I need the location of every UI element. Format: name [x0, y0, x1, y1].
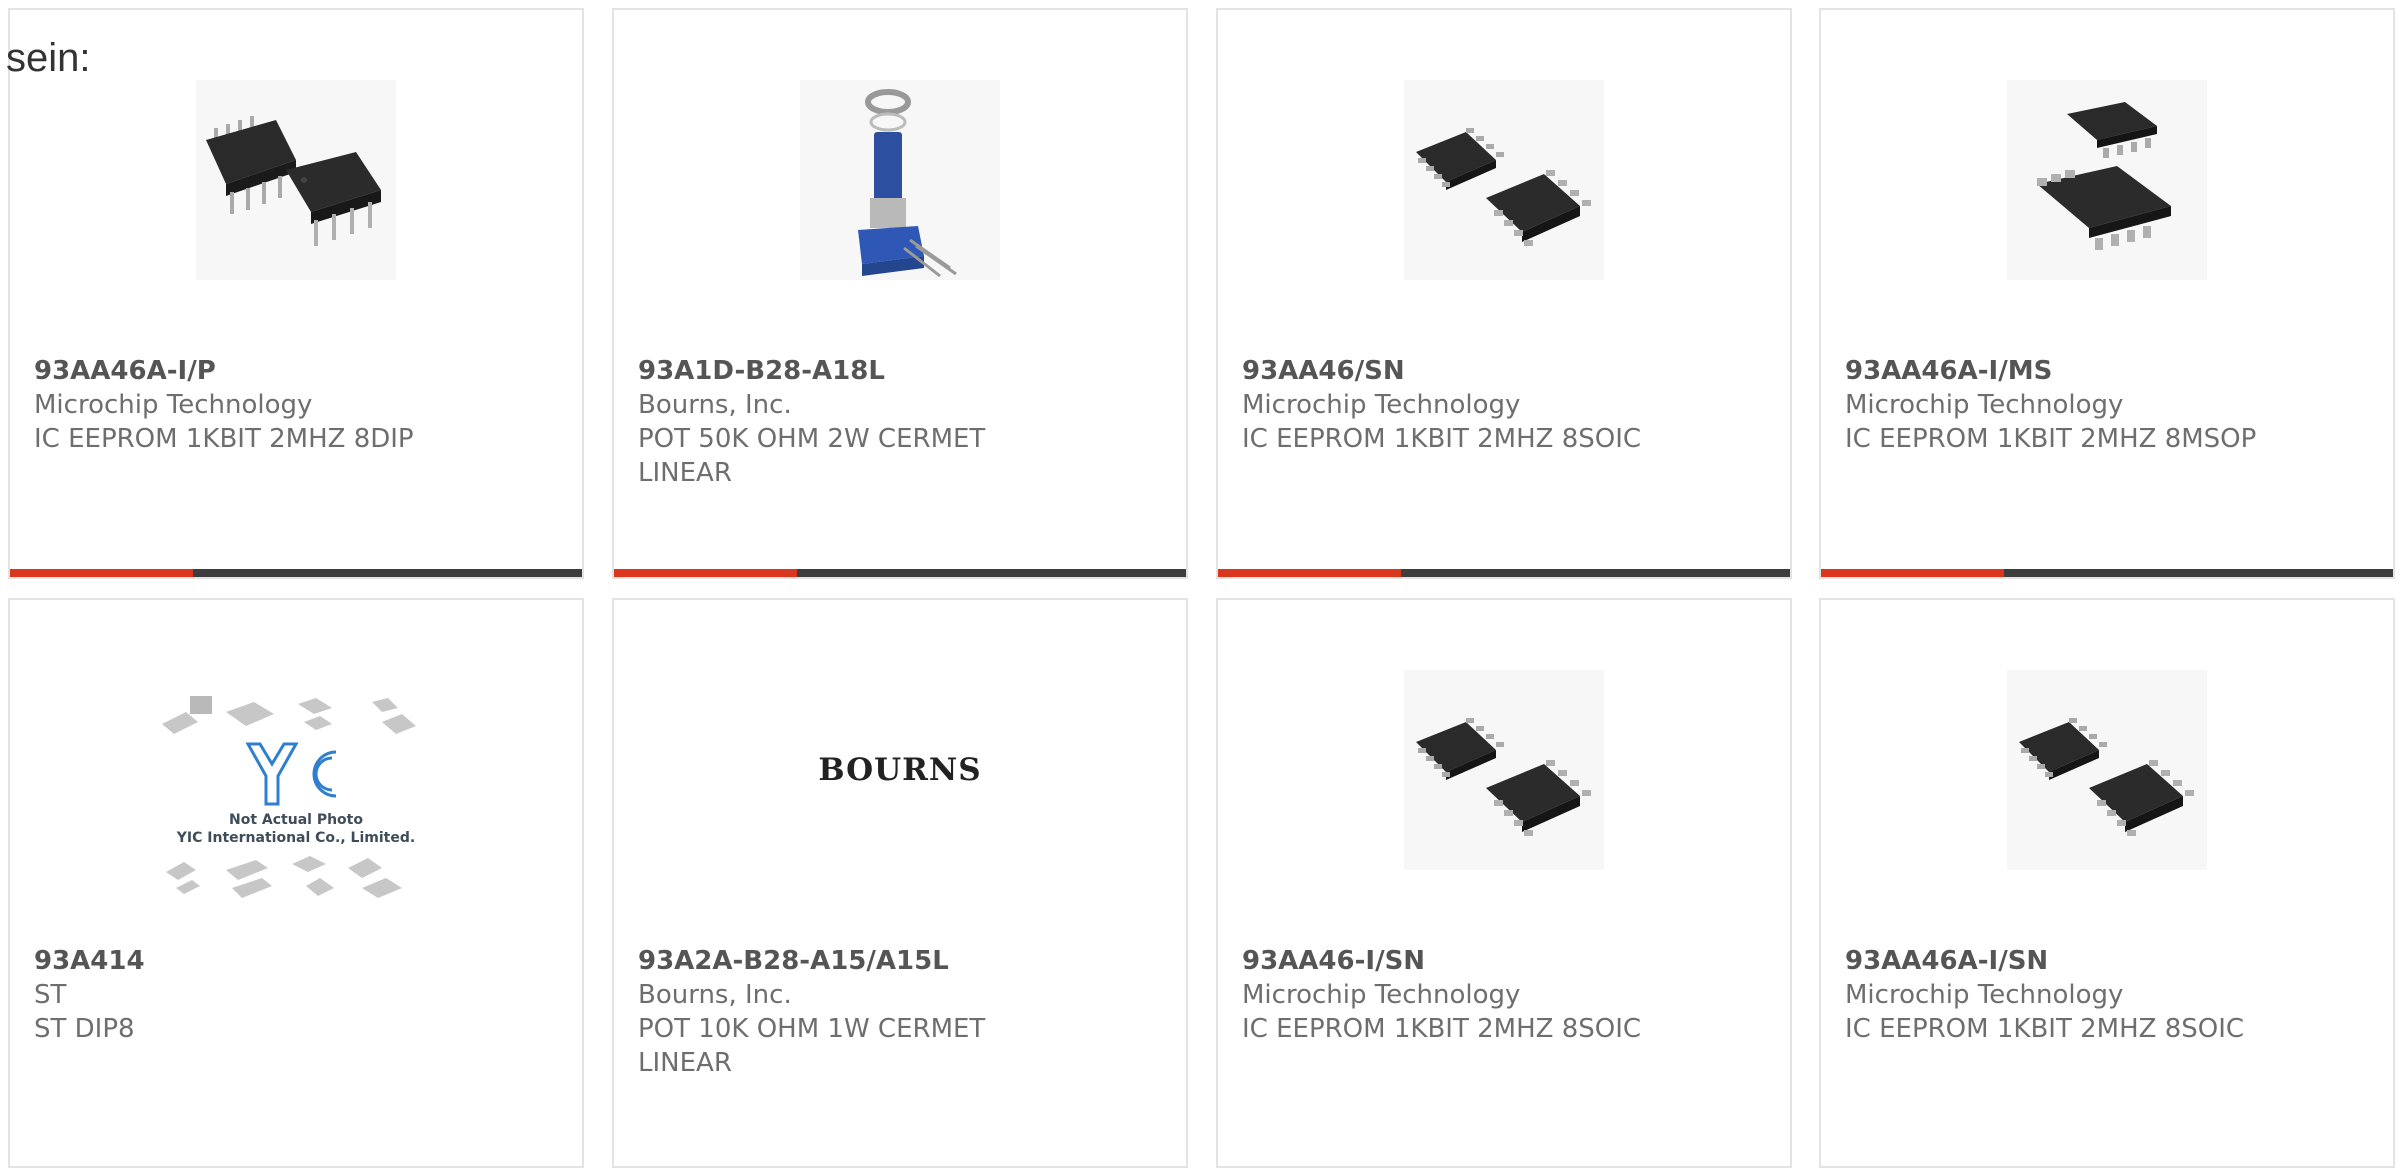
soic8-ic-icon[interactable]: [1404, 670, 1604, 870]
manufacturer: Bourns, Inc.: [638, 980, 792, 1010]
manufacturer: Microchip Technology: [1242, 390, 1521, 420]
manufacturer: Microchip Technology: [1845, 390, 2124, 420]
part-number[interactable]: 93AA46A-I/MS: [1845, 354, 2285, 388]
description: IC EEPROM 1KBIT 2MHZ 8SOIC: [1845, 1014, 2245, 1044]
card-bar: [614, 569, 1186, 577]
description: POT 10K OHM 1W CERMET LINEAR: [638, 1014, 986, 1078]
msop8-ic-icon[interactable]: [2007, 80, 2207, 280]
card-bar-accent: [1821, 569, 2004, 577]
description: IC EEPROM 1KBIT 2MHZ 8SOIC: [1242, 1014, 1642, 1044]
description: IC EEPROM 1KBIT 2MHZ 8MSOP: [1845, 424, 2257, 454]
manufacturer: Bourns, Inc.: [638, 390, 792, 420]
card-bar-accent: [1218, 569, 1401, 577]
part-number[interactable]: 93A2A-B28-A15/A15L: [638, 944, 1078, 978]
potentiometer-icon[interactable]: [800, 80, 1000, 280]
card-bar-accent: [10, 569, 193, 577]
description: POT 50K OHM 2W CERMET LINEAR: [638, 424, 986, 488]
part-number[interactable]: 93AA46A-I/SN: [1845, 944, 2285, 978]
card-bar: [1218, 569, 1790, 577]
placeholder-line1: Not Actual Photo: [229, 812, 363, 828]
part-number[interactable]: 93A1D-B28-A18L: [638, 354, 1078, 388]
soic8-ic-icon[interactable]: [1404, 80, 1604, 280]
product-card[interactable]: 93AA46/SN Microchip Technology IC EEPROM…: [1216, 8, 1792, 579]
product-card[interactable]: BOURNS 93A2A-B28-A15/A15L Bourns, Inc. P…: [612, 598, 1188, 1168]
card-bar-accent: [614, 569, 797, 577]
soic8-ic-icon[interactable]: [2007, 670, 2207, 870]
placeholder-photo[interactable]: Not Actual Photo YIC International Co., …: [156, 692, 436, 932]
product-card[interactable]: Not Actual Photo YIC International Co., …: [8, 598, 584, 1168]
product-card[interactable]: 93AA46A-I/MS Microchip Technology IC EEP…: [1819, 8, 2395, 579]
manufacturer: Microchip Technology: [1242, 980, 1521, 1010]
placeholder-line2: YIC International Co., Limited.: [176, 830, 415, 846]
product-card[interactable]: 93AA46A-I/P Microchip Technology IC EEPR…: [8, 8, 584, 579]
product-card[interactable]: 93AA46-I/SN Microchip Technology IC EEPR…: [1216, 598, 1792, 1168]
part-number[interactable]: 93AA46-I/SN: [1242, 944, 1682, 978]
description: ST DIP8: [34, 1014, 135, 1044]
lead-text: sein:: [6, 36, 91, 80]
part-number[interactable]: 93AA46A-I/P: [34, 354, 474, 388]
part-number[interactable]: 93A414: [34, 944, 474, 978]
manufacturer: Microchip Technology: [1845, 980, 2124, 1010]
bourns-logo[interactable]: BOURNS: [790, 670, 1010, 870]
description: IC EEPROM 1KBIT 2MHZ 8SOIC: [1242, 424, 1642, 454]
product-card[interactable]: 93AA46A-I/SN Microchip Technology IC EEP…: [1819, 598, 2395, 1168]
card-bar: [10, 569, 582, 577]
bourns-logo-text: BOURNS: [818, 752, 982, 788]
description: IC EEPROM 1KBIT 2MHZ 8DIP: [34, 424, 414, 454]
manufacturer: ST: [34, 980, 67, 1010]
product-card[interactable]: 93A1D-B28-A18L Bourns, Inc. POT 50K OHM …: [612, 8, 1188, 579]
card-bar: [1821, 569, 2393, 577]
part-number[interactable]: 93AA46/SN: [1242, 354, 1682, 388]
dip8-ic-icon[interactable]: [196, 80, 396, 280]
manufacturer: Microchip Technology: [34, 390, 313, 420]
